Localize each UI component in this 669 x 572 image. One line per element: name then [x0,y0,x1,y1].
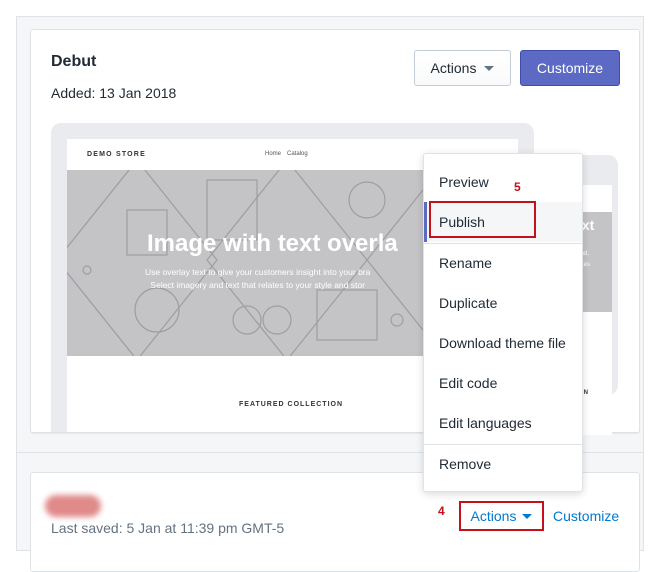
hero-subtitle: Use overlay text to give your customers … [145,266,370,292]
draft-actions-button[interactable]: Actions [459,501,544,531]
preview-nav-catalog: Catalog [287,151,308,157]
hero-title: Image with text overla [147,230,398,257]
customize-button[interactable]: Customize [520,50,620,86]
menu-item-remove[interactable]: Remove [424,444,582,484]
theme-title: Debut [51,53,97,70]
last-saved-text: Last saved: 5 Jan at 11:39 pm GMT-5 [51,520,285,536]
menu-item-edit-code[interactable]: Edit code [424,363,582,403]
preview-nav: Home Catalog [265,151,308,157]
menu-item-download-theme-file[interactable]: Download theme file [424,323,582,363]
chevron-down-icon [484,65,495,71]
annotation-step-4: 4 [438,504,445,518]
menu-item-duplicate[interactable]: Duplicate [424,283,582,323]
hero-subtitle-line-2: Select imagery and text that relates to … [150,280,365,290]
hero-subtitle-line-1: Use overlay text to give your customers … [145,267,371,277]
menu-item-rename[interactable]: Rename [424,243,582,283]
menu-item-preview[interactable]: Preview [424,162,582,202]
chevron-down-icon [522,513,533,519]
draft-customize-link[interactable]: Customize [553,508,619,524]
annotation-step-5: 5 [514,180,521,194]
redacted-theme-name [45,495,101,517]
actions-button-label: Actions [430,60,477,76]
actions-button[interactable]: Actions [414,50,511,86]
theme-added-date: Added: 13 Jan 2018 [51,85,177,101]
annotation-highlight-publish [429,201,536,238]
menu-item-edit-languages[interactable]: Edit languages [424,403,582,443]
featured-collection-heading: FEATURED COLLECTION [239,401,344,408]
preview-nav-home: Home [265,151,282,157]
demo-store-logo: DEMO STORE [87,151,146,158]
draft-actions-label: Actions [470,508,517,524]
